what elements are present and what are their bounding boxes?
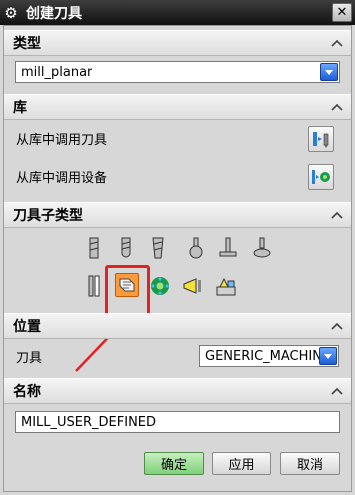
apply-button[interactable]: 应用 [212,452,271,475]
mill-end-icon[interactable] [82,236,106,260]
highlight-box [105,265,150,317]
barrel-cutter-icon[interactable] [250,236,274,260]
section-location-label: 位置 [13,319,41,335]
chevron-up-icon[interactable] [330,36,344,50]
spherical-mill-icon[interactable] [184,236,208,260]
section-location-header[interactable]: 位置 [4,313,351,339]
call-tool-label: 从库中调用刀具 [16,133,108,148]
call-device-label: 从库中调用设备 [16,171,108,186]
section-name-header[interactable]: 名称 [4,378,351,404]
carrier-icon[interactable] [148,274,172,298]
title-bar: ⚙ 创建刀具 ✕ [0,0,355,25]
ok-button[interactable]: 确定 [144,452,204,475]
section-name-label: 名称 [13,384,41,400]
type-select[interactable]: mill_planar [15,61,340,83]
library-tool-icon [313,132,329,148]
call-device-from-library-button[interactable] [308,164,334,190]
close-button[interactable]: ✕ [332,3,352,22]
name-field-value: MILL_USER_DEFINED [21,414,157,430]
name-field[interactable]: MILL_USER_DEFINED [15,411,340,433]
gear-icon[interactable]: ⚙ [0,0,22,25]
cancel-button[interactable]: 取消 [280,452,340,475]
chevron-down-icon[interactable] [319,347,337,365]
call-tool-from-library-button[interactable] [308,126,334,152]
thread-mill-icon[interactable] [82,274,106,298]
section-library-label: 库 [13,100,27,116]
tool-location-select[interactable]: GENERIC_MACHINE [199,345,339,367]
type-select-value: mill_planar [21,64,93,80]
section-type-header[interactable]: 类型 [4,30,351,56]
section-library-header[interactable]: 库 [4,94,351,120]
section-subtype-label: 刀具子类型 [13,208,83,224]
chevron-down-icon[interactable] [320,63,338,81]
chevron-up-icon[interactable] [330,384,344,398]
chevron-up-icon[interactable] [330,319,344,333]
t-cutter-icon[interactable] [216,236,240,260]
window-title: 创建刀具 [26,5,82,22]
tool-location-value: GENERIC_MACHINE [205,348,319,364]
section-subtype-header[interactable]: 刀具子类型 [4,202,351,228]
tool-holder-icon[interactable] [214,274,238,298]
chevron-up-icon[interactable] [330,208,344,222]
ball-mill-icon[interactable] [114,236,138,260]
tool-location-label: 刀具 [16,351,43,366]
tapered-mill-icon[interactable] [146,236,170,260]
chevron-up-icon[interactable] [330,100,344,114]
head-icon[interactable] [182,274,206,298]
section-type-label: 类型 [13,36,41,52]
library-device-icon [312,170,330,184]
